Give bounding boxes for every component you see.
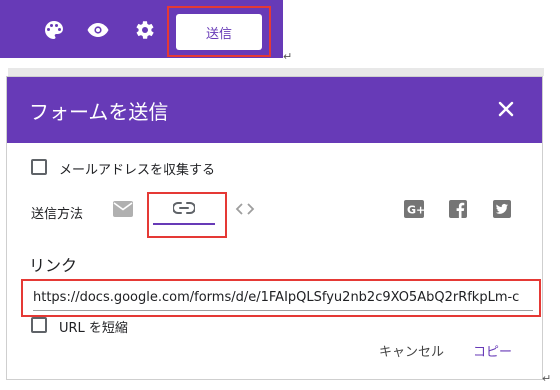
close-icon[interactable]: [496, 99, 516, 119]
svg-text:G+: G+: [407, 204, 424, 217]
url-field-underline: [33, 310, 533, 311]
eye-icon[interactable]: [86, 18, 110, 42]
email-icon[interactable]: [113, 201, 133, 217]
google-plus-icon[interactable]: G+: [404, 200, 424, 218]
send-form-dialog: フォームを送信 メールアドレスを収集する 送信方法 G+ リンク https:/…: [6, 76, 543, 380]
collect-email-label: メールアドレスを収集する: [59, 163, 216, 178]
collect-email-checkbox[interactable]: [31, 159, 47, 175]
link-tab-highlight: [147, 192, 227, 238]
paragraph-mark: ↵: [283, 50, 293, 63]
copy-button[interactable]: コピー: [473, 341, 512, 360]
facebook-icon[interactable]: [449, 200, 467, 218]
gear-icon[interactable]: [132, 18, 156, 42]
twitter-icon[interactable]: [493, 200, 511, 218]
shorten-url-label: URL を短縮: [59, 321, 128, 336]
dialog-title: フォームを送信: [29, 100, 169, 124]
shorten-url-checkbox[interactable]: [31, 317, 47, 333]
send-method-label: 送信方法: [31, 207, 84, 222]
link-heading: リンク: [29, 256, 78, 275]
palette-icon[interactable]: [42, 18, 66, 42]
share-url-field[interactable]: https://docs.google.com/forms/d/e/1FAIpQ…: [21, 279, 541, 317]
embed-code-icon[interactable]: [235, 201, 255, 217]
cancel-button[interactable]: キャンセル: [379, 341, 444, 360]
background-strip: [8, 68, 544, 76]
paragraph-mark: ↵: [542, 372, 552, 385]
share-url-text[interactable]: https://docs.google.com/forms/d/e/1FAIpQ…: [33, 290, 533, 305]
send-button-highlight: [167, 6, 271, 57]
dialog-header: フォームを送信: [7, 77, 542, 143]
